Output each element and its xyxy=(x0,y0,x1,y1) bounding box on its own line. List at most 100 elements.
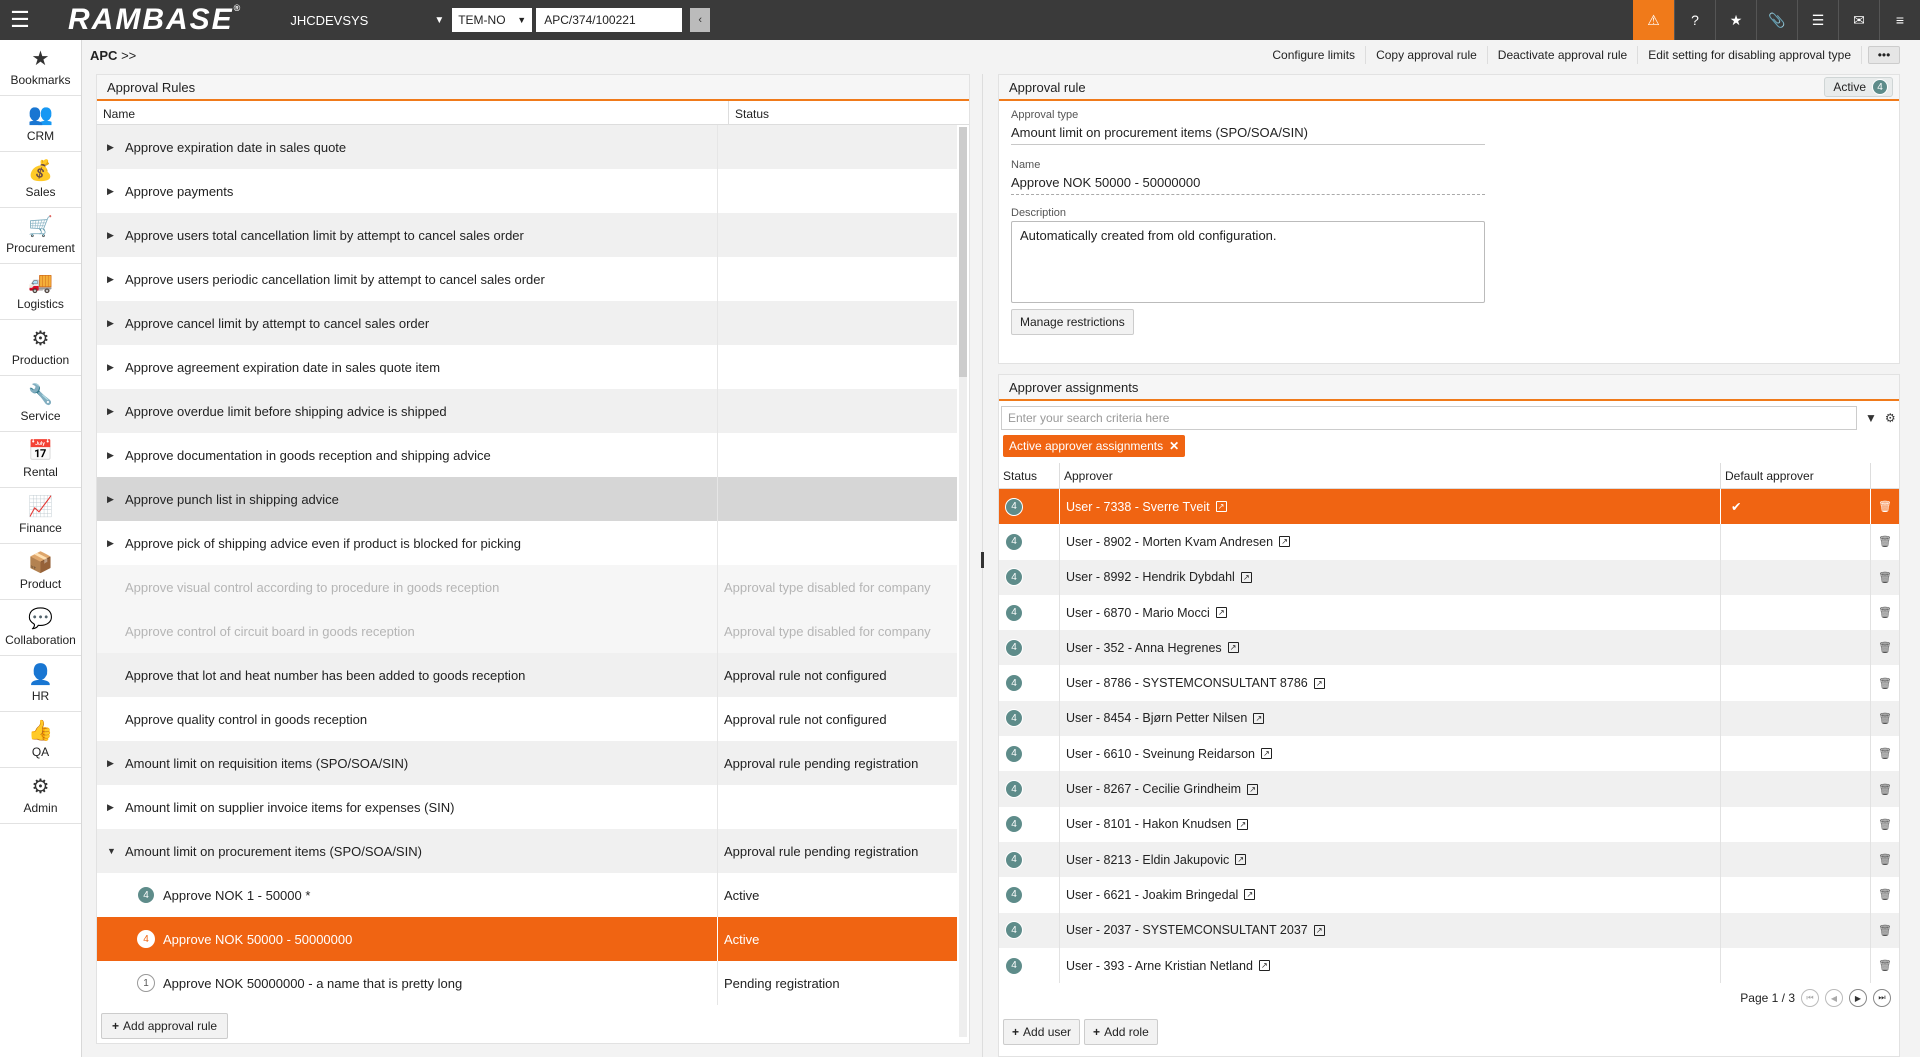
approver-row[interactable]: 4 User - 393 - Arne Kristian Netland ↗ 🗑 xyxy=(999,947,1899,984)
panel-splitter-handle[interactable] xyxy=(981,552,984,568)
gear-icon[interactable]: ⚙ xyxy=(1885,411,1896,425)
nav-item-logistics[interactable]: 🚚 Logistics xyxy=(0,264,81,320)
nav-item-admin[interactable]: ⚙ Admin xyxy=(0,768,81,824)
open-record-icon[interactable]: ↗ xyxy=(1237,818,1249,830)
approver-name[interactable]: User - 393 - Arne Kristian Netland xyxy=(1066,959,1253,973)
approver-row[interactable]: 4 User - 8267 - Cecilie Grindheim ↗ 🗑 xyxy=(999,771,1899,807)
nav-item-service[interactable]: 🔧 Service xyxy=(0,376,81,432)
rule-row[interactable]: ▶ Approve pick of shipping advice even if… xyxy=(97,521,957,565)
approver-row[interactable]: 4 User - 6610 - Sveinung Reidarson ↗ 🗑 xyxy=(999,736,1899,772)
rule-row[interactable]: ▶ Approve documentation in goods receptio… xyxy=(97,433,957,477)
close-icon[interactable]: ✕ xyxy=(1169,439,1179,453)
approver-name[interactable]: User - 8454 - Bjørn Petter Nilsen xyxy=(1066,711,1247,725)
column-header-status[interactable]: Status xyxy=(729,101,953,124)
rule-row[interactable]: ▶ Amount limit on requisition items (SPO/… xyxy=(97,741,957,785)
approver-name[interactable]: User - 2037 - SYSTEMCONSULTANT 2037 xyxy=(1066,923,1308,937)
open-record-icon[interactable]: ↗ xyxy=(1313,677,1325,689)
approver-name[interactable]: User - 8267 - Cecilie Grindheim xyxy=(1066,782,1241,796)
approver-row[interactable]: 4 User - 8454 - Bjørn Petter Nilsen ↗ 🗑 xyxy=(999,700,1899,737)
nav-item-crm[interactable]: 👥 CRM xyxy=(0,96,81,152)
nav-item-procurement[interactable]: 🛒 Procurement xyxy=(0,208,81,264)
approver-row[interactable]: 4 User - 6870 - Mario Mocci ↗ 🗑 xyxy=(999,594,1899,631)
expand-icon[interactable]: ▶ xyxy=(107,362,125,373)
approver-row[interactable]: 4 User - 6621 - Joakim Bringedal ↗ 🗑 xyxy=(999,877,1899,913)
trash-icon[interactable]: 🗑 xyxy=(1871,524,1899,559)
expand-icon[interactable]: ▶ xyxy=(107,186,125,197)
context-input[interactable]: APC/374/100221 xyxy=(536,8,683,32)
approver-name[interactable]: User - 6621 - Joakim Bringedal xyxy=(1066,888,1238,902)
trash-icon[interactable]: 🗑 xyxy=(1871,842,1899,877)
approver-name[interactable]: User - 7338 - Sverre Tveit xyxy=(1066,500,1210,514)
search-input[interactable]: Enter your search criteria here xyxy=(1001,406,1857,430)
approver-row[interactable]: 4 User - 8902 - Morten Kvam Andresen ↗ 🗑 xyxy=(999,524,1899,560)
open-record-icon[interactable]: ↗ xyxy=(1258,960,1270,971)
approver-name[interactable]: User - 8101 - Hakon Knudsen xyxy=(1066,817,1231,831)
settings-sliders-icon[interactable]: ≡ xyxy=(1879,0,1920,40)
rule-row[interactable]: ▶ Approve payments xyxy=(97,169,957,213)
expand-icon[interactable]: ▶ xyxy=(107,230,125,241)
expand-icon[interactable]: ▶ xyxy=(107,142,125,153)
more-actions-button[interactable]: ••• xyxy=(1868,46,1900,64)
open-record-icon[interactable]: ↗ xyxy=(1244,889,1256,901)
name-field[interactable]: Name Approve NOK 50000 - 50000000 xyxy=(1011,159,1485,195)
system-dropdown-icon[interactable]: ▼ xyxy=(434,15,444,26)
rule-row[interactable]: 1 Approve NOK 50000000 - a name that is p… xyxy=(97,961,957,1005)
open-record-icon[interactable]: ↗ xyxy=(1247,783,1259,795)
rule-row[interactable]: Approve control of circuit board in good… xyxy=(97,609,957,653)
approver-row[interactable]: 4 User - 8213 - Eldin Jakupovic ↗ 🗑 xyxy=(999,841,1899,878)
configure-limits-button[interactable]: Configure limits xyxy=(1262,46,1367,64)
trash-icon[interactable]: 🗑 xyxy=(1871,807,1899,842)
manage-restrictions-button[interactable]: Manage restrictions xyxy=(1011,309,1134,335)
open-record-icon[interactable]: ↗ xyxy=(1279,536,1291,548)
description-textarea[interactable]: Automatically created from old configura… xyxy=(1011,221,1485,303)
approver-name[interactable]: User - 8213 - Eldin Jakupovic xyxy=(1066,853,1229,867)
trash-icon[interactable]: 🗑 xyxy=(1871,595,1899,630)
trash-icon[interactable]: 🗑 xyxy=(1871,701,1899,736)
approver-name[interactable]: User - 8786 - SYSTEMCONSULTANT 8786 xyxy=(1066,676,1308,690)
rule-row[interactable]: ▶ Approve expiration date in sales quote xyxy=(97,125,957,169)
trash-icon[interactable]: 🗑 xyxy=(1871,489,1899,524)
trash-icon[interactable]: 🗑 xyxy=(1871,630,1899,665)
open-record-icon[interactable]: ↗ xyxy=(1261,748,1272,760)
approver-name[interactable]: User - 6870 - Mario Mocci xyxy=(1066,606,1210,620)
rule-row[interactable]: Approve visual control according to proc… xyxy=(97,565,957,609)
trash-icon[interactable]: 🗑 xyxy=(1871,877,1899,912)
trash-icon[interactable]: 🗑 xyxy=(1871,948,1899,983)
trash-icon[interactable]: 🗑 xyxy=(1871,771,1899,806)
approver-name[interactable]: User - 8992 - Hendrik Dybdahl xyxy=(1066,570,1235,584)
open-record-icon[interactable]: ↗ xyxy=(1227,642,1239,654)
scrollbar-thumb[interactable] xyxy=(959,127,967,377)
nav-item-finance[interactable]: 📈 Finance xyxy=(0,488,81,544)
nav-item-production[interactable]: ⚙ Production xyxy=(0,320,81,376)
open-record-icon[interactable]: ↗ xyxy=(1235,854,1247,866)
approver-row[interactable]: 4 User - 8786 - SYSTEMCONSULTANT 8786 ↗ 🗑 xyxy=(999,665,1899,701)
approver-row[interactable]: 4 User - 2037 - SYSTEMCONSULTANT 2037 ↗ 🗑 xyxy=(999,912,1899,948)
add-approval-rule-button[interactable]: + Add approval rule xyxy=(101,1013,229,1039)
attachment-icon[interactable]: 📎 xyxy=(1756,0,1797,40)
trash-icon[interactable]: 🗑 xyxy=(1871,736,1899,771)
rule-row[interactable]: ▶ Approve users total cancellation limit … xyxy=(97,213,957,257)
add-user-button[interactable]: + Add user xyxy=(1003,1019,1081,1045)
edit-setting-button[interactable]: Edit setting for disabling approval type xyxy=(1638,46,1862,64)
last-page-icon[interactable]: ⏭ xyxy=(1873,989,1891,1007)
open-record-icon[interactable]: ↗ xyxy=(1215,607,1227,619)
rule-row[interactable]: Approve quality control in goods recepti… xyxy=(97,697,957,741)
expand-icon[interactable]: ▶ xyxy=(107,802,125,813)
rule-row[interactable]: ▶ Approve cancel limit by attempt to canc… xyxy=(97,301,957,345)
add-role-button[interactable]: + Add role xyxy=(1084,1019,1158,1045)
approver-row[interactable]: 4 User - 352 - Anna Hegrenes ↗ 🗑 xyxy=(999,630,1899,666)
name-input[interactable]: Approve NOK 50000 - 50000000 xyxy=(1011,171,1485,195)
expand-icon[interactable]: ▶ xyxy=(107,450,125,461)
expand-icon[interactable]: ▶ xyxy=(107,494,125,505)
expand-icon[interactable]: ▶ xyxy=(107,274,125,285)
nav-item-sales[interactable]: 💰 Sales xyxy=(0,152,81,208)
filter-icon[interactable]: ▼ xyxy=(1865,411,1877,425)
trash-icon[interactable]: 🗑 xyxy=(1871,913,1899,948)
open-record-icon[interactable]: ↗ xyxy=(1253,712,1265,724)
menu-icon[interactable]: ☰ xyxy=(0,0,40,40)
bookmark-star-icon[interactable]: ★ xyxy=(1715,0,1756,40)
open-record-icon[interactable]: ↗ xyxy=(1313,924,1325,936)
rule-row[interactable]: 4 Approve NOK 50000 - 50000000 Active xyxy=(97,917,957,961)
open-record-icon[interactable]: ↗ xyxy=(1240,571,1252,583)
approver-row[interactable]: 4 User - 8992 - Hendrik Dybdahl ↗ 🗑 xyxy=(999,559,1899,595)
